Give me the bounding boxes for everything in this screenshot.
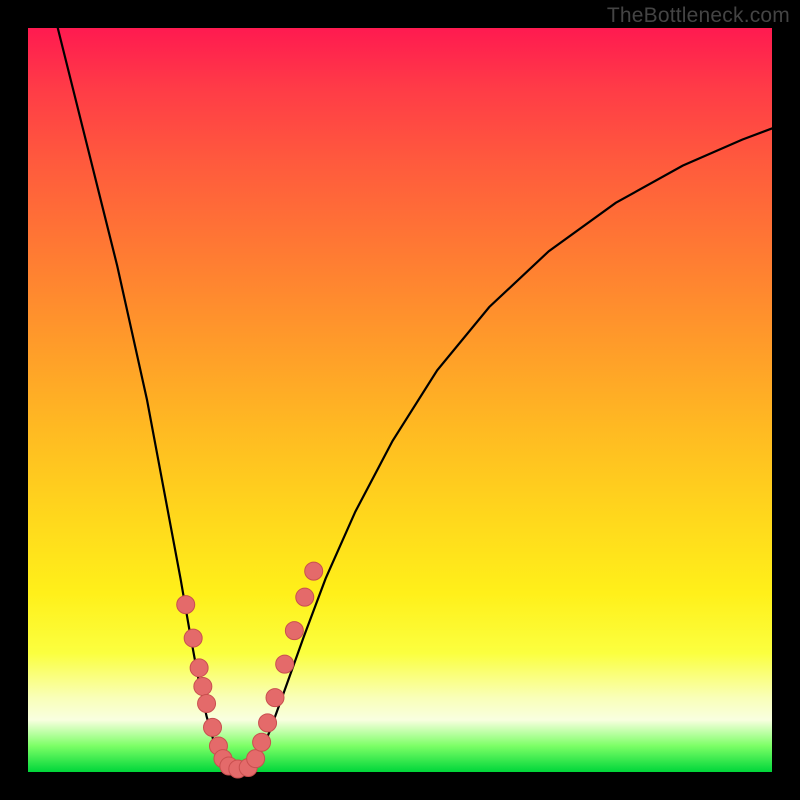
data-marker bbox=[259, 714, 277, 732]
curve-left-branch bbox=[58, 28, 225, 769]
plot-area bbox=[28, 28, 772, 772]
data-marker bbox=[305, 562, 323, 580]
curve-svg bbox=[28, 28, 772, 772]
curve-right-branch bbox=[251, 128, 772, 769]
data-marker bbox=[177, 596, 195, 614]
data-marker bbox=[204, 718, 222, 736]
data-marker bbox=[184, 629, 202, 647]
watermark-text: TheBottleneck.com bbox=[607, 4, 790, 28]
data-marker bbox=[198, 695, 216, 713]
data-marker bbox=[194, 677, 212, 695]
data-marker bbox=[266, 689, 284, 707]
data-marker bbox=[276, 655, 294, 673]
chart-frame: TheBottleneck.com bbox=[0, 0, 800, 800]
data-marker bbox=[296, 588, 314, 606]
data-marker bbox=[253, 733, 271, 751]
data-marker bbox=[285, 622, 303, 640]
marker-group bbox=[177, 562, 323, 778]
data-marker bbox=[247, 750, 265, 768]
data-marker bbox=[190, 659, 208, 677]
